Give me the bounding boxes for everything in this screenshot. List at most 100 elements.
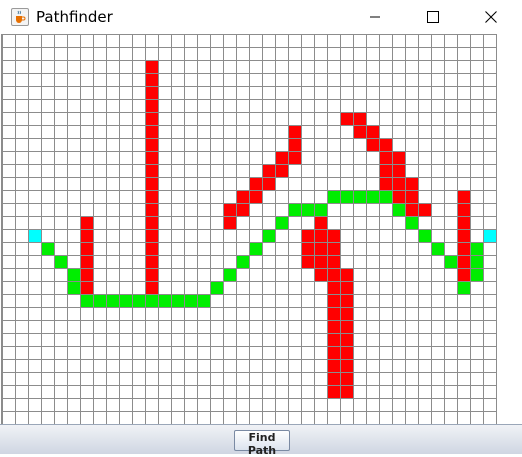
- wall-cell[interactable]: [340, 385, 353, 398]
- wall-cell[interactable]: [340, 320, 353, 333]
- path-cell[interactable]: [184, 294, 197, 307]
- wall-cell[interactable]: [457, 242, 470, 255]
- wall-cell[interactable]: [145, 177, 158, 190]
- wall-cell[interactable]: [288, 125, 301, 138]
- wall-cell[interactable]: [145, 242, 158, 255]
- wall-cell[interactable]: [457, 216, 470, 229]
- path-cell[interactable]: [236, 255, 249, 268]
- wall-cell[interactable]: [366, 125, 379, 138]
- wall-cell[interactable]: [275, 151, 288, 164]
- wall-cell[interactable]: [379, 138, 392, 151]
- wall-cell[interactable]: [145, 203, 158, 216]
- wall-cell[interactable]: [457, 255, 470, 268]
- wall-cell[interactable]: [327, 346, 340, 359]
- path-cell[interactable]: [470, 242, 483, 255]
- path-cell[interactable]: [340, 190, 353, 203]
- path-cell[interactable]: [288, 203, 301, 216]
- maximize-button[interactable]: [410, 0, 456, 34]
- title-bar[interactable]: Pathfinder: [0, 0, 522, 34]
- wall-cell[interactable]: [314, 216, 327, 229]
- close-button[interactable]: [468, 0, 514, 34]
- wall-cell[interactable]: [340, 307, 353, 320]
- wall-cell[interactable]: [145, 255, 158, 268]
- wall-cell[interactable]: [80, 281, 93, 294]
- path-cell[interactable]: [223, 268, 236, 281]
- wall-cell[interactable]: [340, 294, 353, 307]
- wall-cell[interactable]: [327, 281, 340, 294]
- wall-cell[interactable]: [145, 99, 158, 112]
- path-cell[interactable]: [301, 203, 314, 216]
- wall-cell[interactable]: [327, 242, 340, 255]
- wall-cell[interactable]: [275, 164, 288, 177]
- wall-cell[interactable]: [340, 359, 353, 372]
- wall-cell[interactable]: [327, 255, 340, 268]
- path-cell[interactable]: [54, 255, 67, 268]
- wall-cell[interactable]: [145, 151, 158, 164]
- wall-cell[interactable]: [262, 164, 275, 177]
- wall-cell[interactable]: [145, 125, 158, 138]
- wall-cell[interactable]: [327, 320, 340, 333]
- wall-cell[interactable]: [145, 281, 158, 294]
- path-cell[interactable]: [145, 294, 158, 307]
- wall-cell[interactable]: [457, 268, 470, 281]
- wall-cell[interactable]: [145, 86, 158, 99]
- wall-cell[interactable]: [340, 112, 353, 125]
- wall-cell[interactable]: [379, 151, 392, 164]
- wall-cell[interactable]: [80, 229, 93, 242]
- wall-cell[interactable]: [327, 307, 340, 320]
- path-cell[interactable]: [93, 294, 106, 307]
- wall-cell[interactable]: [353, 112, 366, 125]
- wall-cell[interactable]: [457, 229, 470, 242]
- wall-cell[interactable]: [340, 333, 353, 346]
- path-cell[interactable]: [262, 229, 275, 242]
- wall-cell[interactable]: [301, 255, 314, 268]
- wall-cell[interactable]: [314, 268, 327, 281]
- path-cell[interactable]: [327, 190, 340, 203]
- path-cell[interactable]: [210, 281, 223, 294]
- wall-cell[interactable]: [392, 177, 405, 190]
- wall-cell[interactable]: [379, 177, 392, 190]
- path-cell[interactable]: [353, 190, 366, 203]
- wall-cell[interactable]: [327, 359, 340, 372]
- wall-cell[interactable]: [379, 164, 392, 177]
- wall-cell[interactable]: [145, 268, 158, 281]
- path-cell[interactable]: [444, 255, 457, 268]
- wall-cell[interactable]: [366, 138, 379, 151]
- path-cell[interactable]: [314, 203, 327, 216]
- wall-cell[interactable]: [288, 138, 301, 151]
- pathfinding-grid-area[interactable]: [1, 34, 522, 424]
- endpoint-cell[interactable]: [28, 229, 41, 242]
- wall-cell[interactable]: [314, 255, 327, 268]
- wall-cell[interactable]: [392, 151, 405, 164]
- wall-cell[interactable]: [145, 229, 158, 242]
- path-cell[interactable]: [106, 294, 119, 307]
- wall-cell[interactable]: [327, 268, 340, 281]
- wall-cell[interactable]: [262, 177, 275, 190]
- wall-cell[interactable]: [145, 190, 158, 203]
- wall-cell[interactable]: [80, 255, 93, 268]
- path-cell[interactable]: [67, 268, 80, 281]
- wall-cell[interactable]: [249, 177, 262, 190]
- wall-cell[interactable]: [236, 190, 249, 203]
- wall-cell[interactable]: [314, 229, 327, 242]
- wall-cell[interactable]: [223, 216, 236, 229]
- wall-cell[interactable]: [327, 229, 340, 242]
- find-path-button[interactable]: Find Path: [234, 430, 290, 457]
- wall-cell[interactable]: [392, 164, 405, 177]
- wall-cell[interactable]: [249, 190, 262, 203]
- endpoint-cell[interactable]: [483, 229, 496, 242]
- path-cell[interactable]: [197, 294, 210, 307]
- wall-cell[interactable]: [145, 73, 158, 86]
- wall-cell[interactable]: [80, 216, 93, 229]
- wall-cell[interactable]: [457, 203, 470, 216]
- wall-cell[interactable]: [340, 268, 353, 281]
- pathfinding-grid[interactable]: [2, 34, 521, 424]
- wall-cell[interactable]: [80, 268, 93, 281]
- wall-cell[interactable]: [236, 203, 249, 216]
- wall-cell[interactable]: [145, 216, 158, 229]
- wall-cell[interactable]: [405, 190, 418, 203]
- wall-cell[interactable]: [223, 203, 236, 216]
- path-cell[interactable]: [80, 294, 93, 307]
- wall-cell[interactable]: [340, 346, 353, 359]
- path-cell[interactable]: [470, 268, 483, 281]
